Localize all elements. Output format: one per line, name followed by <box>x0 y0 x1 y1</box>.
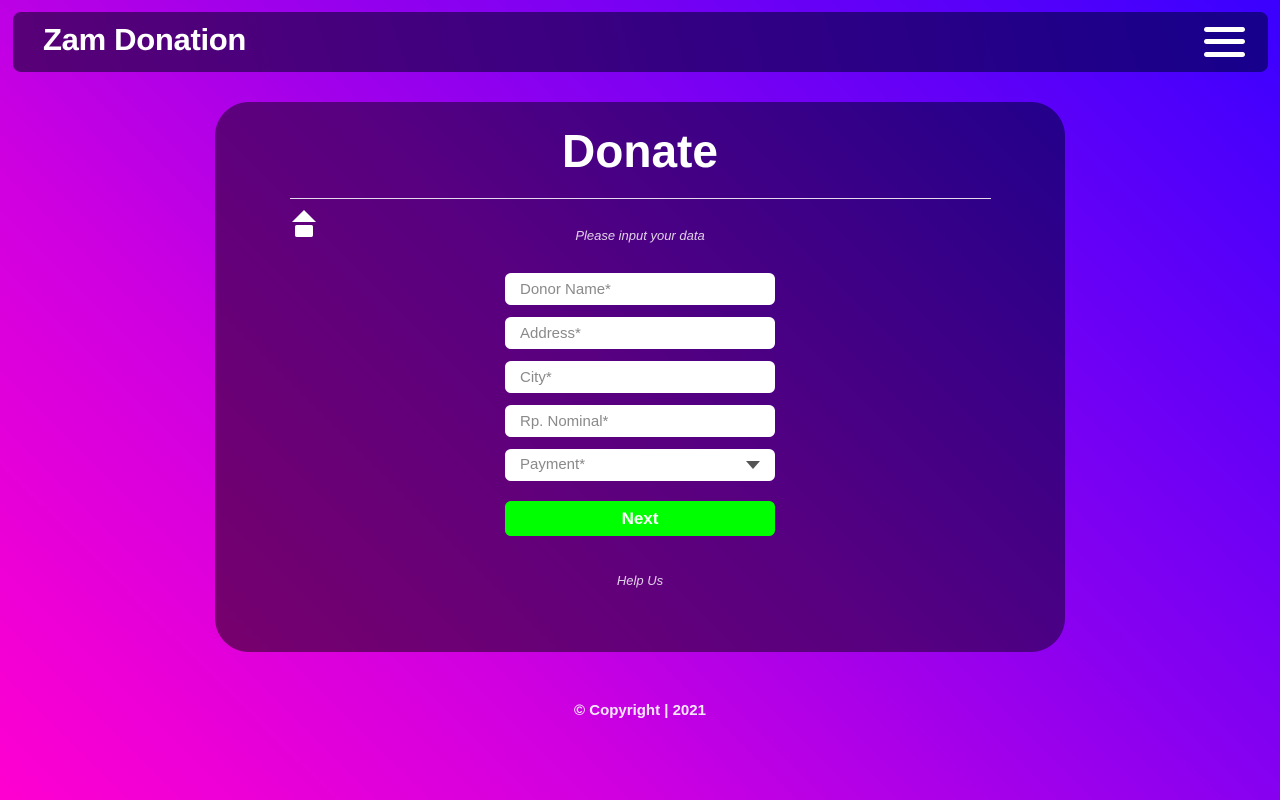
address-input[interactable] <box>505 317 775 349</box>
form-subtitle: Please input your data <box>575 228 705 243</box>
footer-copyright: © Copyright | 2021 <box>574 702 706 719</box>
donor-name-input[interactable] <box>505 273 775 305</box>
payment-select[interactable]: Payment* <box>505 449 775 481</box>
home-icon-roof <box>292 210 316 222</box>
hamburger-menu-icon[interactable] <box>1204 27 1245 57</box>
menu-bar <box>1204 52 1245 57</box>
donate-card: Donate Please input your data Payment* N… <box>215 102 1065 652</box>
city-input[interactable] <box>505 361 775 393</box>
brand-title[interactable]: Zam Donation <box>43 22 246 58</box>
next-button[interactable]: Next <box>505 501 775 536</box>
divider <box>290 198 991 199</box>
nominal-input[interactable] <box>505 405 775 437</box>
page-title: Donate <box>562 125 718 177</box>
payment-selected-value: Payment* <box>520 456 586 473</box>
menu-bar <box>1204 39 1245 44</box>
navbar: Zam Donation <box>13 12 1268 72</box>
caret-down-icon <box>746 461 760 469</box>
menu-bar <box>1204 27 1245 32</box>
help-us-link[interactable]: Help Us <box>215 573 1065 588</box>
